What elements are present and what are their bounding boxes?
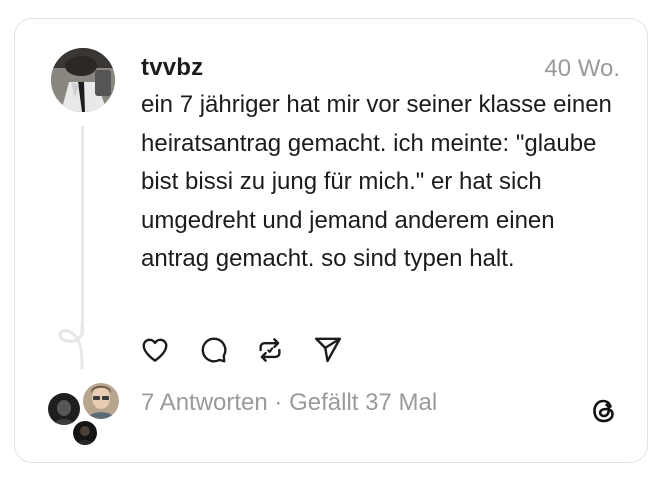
avatar[interactable]: [51, 48, 115, 112]
post-time[interactable]: 40 Wo.: [544, 55, 620, 83]
avatar-image: [51, 48, 115, 112]
post-text: ein 7 jähriger hat mir vor seiner klasse…: [141, 91, 612, 272]
comment-button[interactable]: [196, 333, 230, 367]
reply-avatar-image: [73, 421, 97, 445]
reply-avatar[interactable]: [81, 381, 121, 421]
repost-button[interactable]: [253, 333, 287, 367]
likes-count[interactable]: Gefällt 37 Mal: [289, 389, 437, 416]
reply-avatar[interactable]: [71, 419, 99, 447]
reply-avatar-image: [48, 393, 80, 425]
threads-logo-icon[interactable]: [588, 395, 620, 427]
heart-icon: [142, 338, 168, 362]
send-icon: [314, 337, 342, 363]
like-button[interactable]: [138, 333, 172, 367]
post-stats: 7 Antworten · Gefällt 37 Mal: [141, 389, 437, 417]
repost-icon: [259, 338, 281, 362]
reply-avatar-image: [83, 383, 119, 419]
username[interactable]: tvvbz: [141, 54, 203, 82]
replies-count[interactable]: 7 Antworten: [141, 389, 268, 416]
comment-icon: [201, 337, 227, 363]
thread-loop-decoration: [58, 325, 84, 369]
share-button[interactable]: [311, 333, 345, 367]
stats-separator: ·: [267, 389, 290, 416]
thread-line: [81, 126, 84, 336]
